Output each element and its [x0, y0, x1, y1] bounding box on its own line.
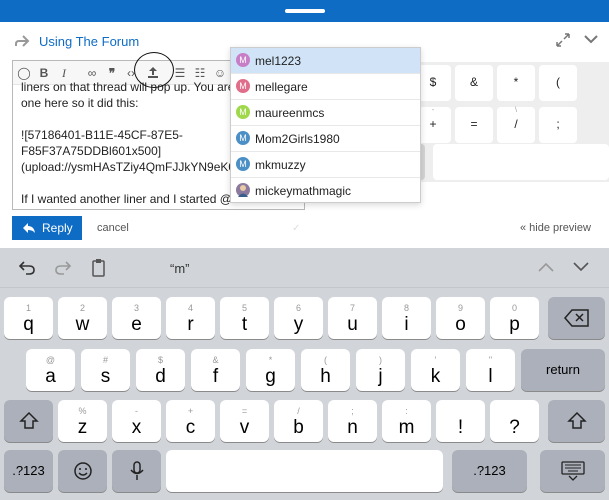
- key-d[interactable]: $ d: [136, 349, 185, 391]
- ios-keyboard: “m” 1q 2w 3e 4r 5t 6y 7u 8i 9o 0p @ a # s …: [0, 248, 609, 500]
- username: mel1223: [255, 54, 302, 68]
- username: mickeymathmagic: [255, 184, 352, 198]
- shift-icon: [566, 411, 587, 429]
- key-w[interactable]: 2w: [58, 297, 107, 339]
- key-l[interactable]: " l: [466, 349, 515, 391]
- microphone-icon: [129, 461, 144, 480]
- autocomplete-item[interactable]: M mkmuzzy: [231, 152, 420, 178]
- key-m[interactable]: :m: [382, 400, 431, 442]
- mention-autocomplete: M mel1223 M mellegare M maureenmcs M Mom…: [230, 47, 421, 203]
- avatar: M: [236, 105, 250, 119]
- key-c[interactable]: + c: [166, 400, 215, 442]
- emoji-key[interactable]: [58, 450, 107, 492]
- autocomplete-item[interactable]: M mellegare: [231, 74, 420, 100]
- drag-grip[interactable]: [285, 9, 325, 13]
- key-n[interactable]: ; n: [328, 400, 377, 442]
- key-y[interactable]: 6y: [274, 297, 323, 339]
- key-p[interactable]: 0p: [490, 297, 539, 339]
- fullscreen-icon[interactable]: [555, 32, 571, 48]
- username: mkmuzzy: [255, 158, 306, 172]
- shift-key-left[interactable]: [4, 400, 53, 442]
- key-question[interactable]: ?: [490, 400, 539, 442]
- topic-title-link[interactable]: Using The Forum: [39, 34, 139, 49]
- keyboard-hide-icon: [560, 461, 585, 481]
- reply-icon: [23, 223, 35, 233]
- key-b[interactable]: / b: [274, 400, 323, 442]
- key-a[interactable]: @ a: [26, 349, 75, 391]
- autocomplete-item[interactable]: mickeymathmagic: [231, 178, 420, 204]
- hide-keyboard-key[interactable]: [540, 450, 605, 492]
- undo-icon[interactable]: [18, 260, 36, 276]
- bg-key: \ /: [497, 107, 535, 143]
- bg-key: *: [497, 65, 535, 101]
- key-j[interactable]: ) j: [356, 349, 405, 391]
- dictation-key[interactable]: [112, 450, 161, 492]
- bg-space-key: [433, 144, 609, 180]
- backspace-key[interactable]: [548, 297, 605, 339]
- username: Mom2Girls1980: [255, 132, 340, 146]
- avatar-photo: [236, 183, 250, 197]
- annotation-circle: [134, 52, 174, 88]
- key-v[interactable]: = v: [220, 400, 269, 442]
- key-e[interactable]: 3e: [112, 297, 161, 339]
- key-f[interactable]: & f: [191, 349, 240, 391]
- key-r[interactable]: 4r: [166, 297, 215, 339]
- shift-icon: [18, 411, 39, 429]
- key-o[interactable]: 9o: [436, 297, 485, 339]
- autocomplete-item[interactable]: M Mom2Girls1980: [231, 126, 420, 152]
- key-t[interactable]: 5t: [220, 297, 269, 339]
- avatar: M: [236, 79, 250, 93]
- shift-key-right[interactable]: [548, 400, 605, 442]
- chevron-down-icon: ✓: [292, 223, 301, 234]
- numbers-key-left[interactable]: .?123: [4, 450, 53, 492]
- background-preview-keyboard: $ & * ( - + = \ / ;: [415, 62, 609, 182]
- redo-icon[interactable]: [54, 260, 72, 276]
- bg-key: (: [539, 65, 577, 101]
- key-z[interactable]: % z: [58, 400, 107, 442]
- chevron-down-icon[interactable]: [573, 261, 589, 273]
- return-key[interactable]: return: [521, 349, 605, 391]
- backspace-icon: [563, 309, 589, 327]
- autocomplete-item[interactable]: M maureenmcs: [231, 100, 420, 126]
- username: mellegare: [255, 80, 308, 94]
- reply-arrow-icon: [15, 35, 30, 47]
- bg-key: =: [455, 107, 493, 143]
- avatar: M: [236, 131, 250, 145]
- chevron-up-icon[interactable]: [538, 261, 554, 273]
- avatar: M: [236, 157, 250, 171]
- autocomplete-item[interactable]: M mel1223: [231, 48, 420, 74]
- key-u[interactable]: 7u: [328, 297, 377, 339]
- key-s[interactable]: # s: [81, 349, 130, 391]
- key-k[interactable]: ' k: [411, 349, 460, 391]
- prediction-bar: “m”: [0, 248, 609, 288]
- key-i[interactable]: 8i: [382, 297, 431, 339]
- numbers-key-right[interactable]: .?123: [452, 450, 527, 492]
- cancel-link[interactable]: cancel: [97, 222, 129, 234]
- emoji-icon: [73, 462, 92, 480]
- key-h[interactable]: (h: [301, 349, 350, 391]
- reply-button[interactable]: Reply: [12, 216, 82, 240]
- bg-key: ;: [539, 107, 577, 143]
- hide-preview-link[interactable]: « hide preview: [520, 222, 591, 234]
- space-key[interactable]: [166, 450, 443, 492]
- paste-icon[interactable]: [90, 258, 108, 278]
- bg-key: &: [455, 65, 493, 101]
- key-exclamation[interactable]: !: [436, 400, 485, 442]
- key-g[interactable]: * g: [246, 349, 295, 391]
- username: maureenmcs: [255, 106, 325, 120]
- composer-top-bar[interactable]: [0, 0, 609, 22]
- avatar: M: [236, 53, 250, 67]
- prediction-word[interactable]: “m”: [170, 261, 190, 276]
- key-q[interactable]: 1q: [4, 297, 53, 339]
- key-x[interactable]: -x: [112, 400, 161, 442]
- collapse-icon[interactable]: [583, 31, 599, 47]
